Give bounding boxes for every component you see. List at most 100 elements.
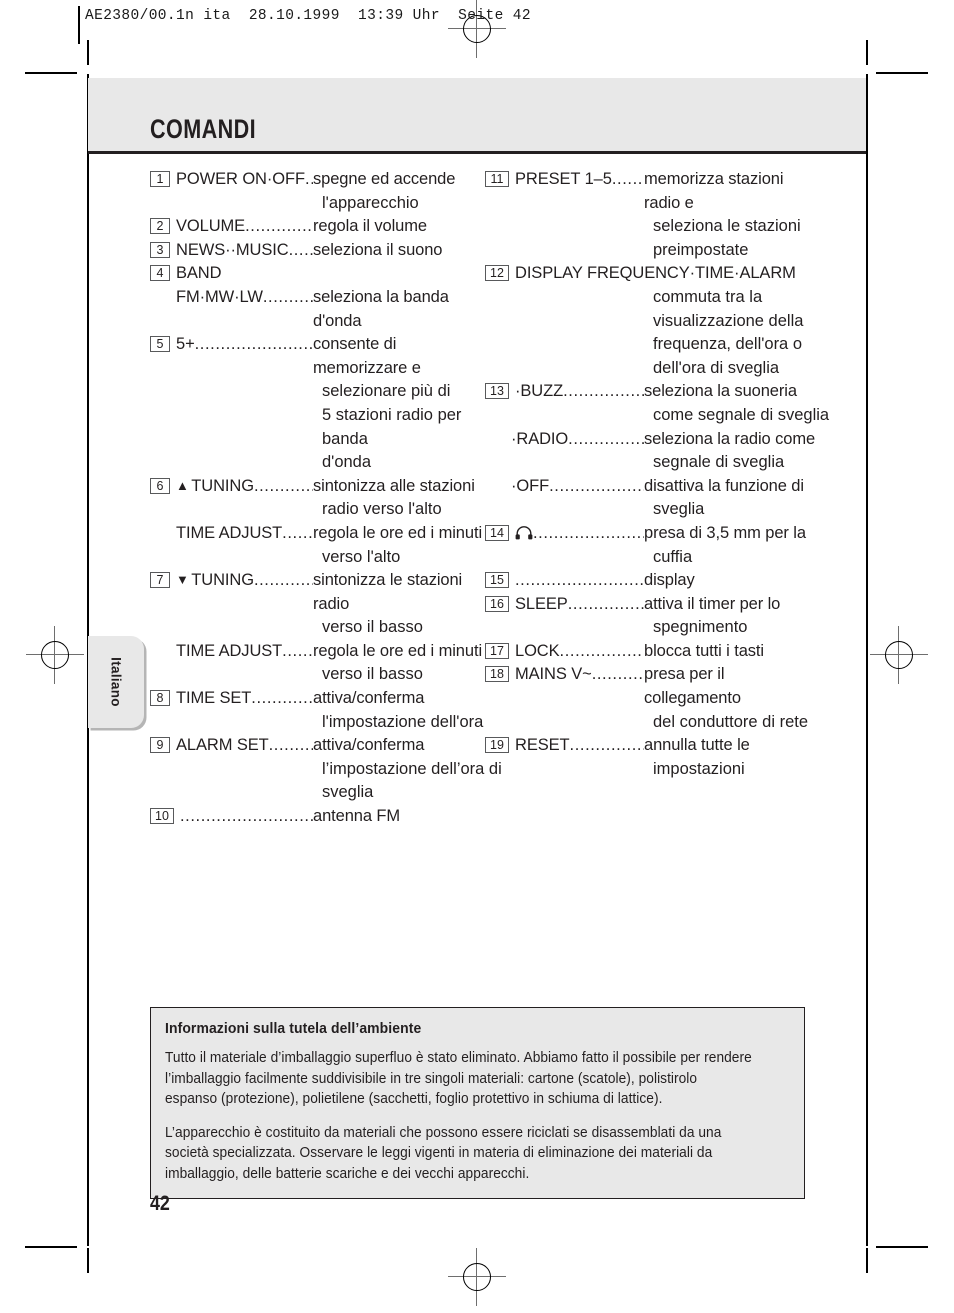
control-number-badge: 8 [150,690,170,707]
crop-mark-top-right-horizontal [876,72,928,74]
control-description: antenna FM [313,807,401,826]
page-frame-right-edge [866,74,868,1246]
control-description: sintonizza le stazioni radio [313,571,463,613]
control-label: ALARM SET [176,736,269,755]
control-entry-row: 11 PRESET 1–5............................… [485,168,820,215]
control-number-badge: 5 [150,336,170,353]
control-entry: 5 5+.....................................… [150,333,485,475]
environment-info-box: Informazioni sulla tutela dell’ambiente … [150,1007,805,1199]
control-description-continuation: verso il basso [322,665,423,684]
control-number-badge: 11 [485,171,509,187]
control-number-badge: 13 [485,383,509,400]
control-description-continuation: cuffia [653,547,693,566]
dotted-leader: ........................................… [567,594,644,613]
control-entry-row: 2 VOLUME.................................… [150,215,485,239]
dotted-leader: ........................................… [591,665,644,684]
control-entry-row: 5 5+.....................................… [150,333,485,380]
control-number-badge: 12 [485,265,509,282]
crop-mark-top-left-vertical [87,40,89,65]
control-entry-row: 13 ·BUZZ.................................… [485,380,820,404]
control-label: LOCK [515,641,560,660]
control-entry-row: TIME ADJUST.............................… [150,640,485,664]
control-label: ▼ TUNING [176,571,254,590]
crop-mark-bottom-right-horizontal [876,1246,928,1248]
control-entry: 11 PRESET 1–5............................… [485,168,820,262]
dotted-leader: ........................................… [515,571,644,590]
control-number-badge: 17 [485,642,509,659]
control-entry-row: 8 TIME SET...............................… [150,687,485,711]
control-entry: 7 ▼ TUNING...............................… [150,569,485,640]
control-number-badge: 10 [150,808,174,825]
control-description-continuation: del conduttore di rete [653,712,809,731]
control-entry: 6 ▲ TUNING...............................… [150,475,485,522]
dotted-leader: ........................................… [563,382,644,401]
control-entry-row: 7 ▼ TUNING...............................… [150,569,485,616]
control-entry: TIME ADJUST.............................… [150,522,485,569]
down-arrow-icon: ▼ [176,572,192,588]
page-number: 42 [150,1192,170,1215]
dotted-leader: ........................................… [288,240,313,259]
control-description-continuation: l'impostazione dell'ora [322,712,484,731]
control-description-continuation: spegnimento [653,618,748,637]
control-description-continuation: frequenza, dell'ora o [653,335,802,354]
dotted-leader: ........................................… [253,571,313,590]
control-description: seleziona la radio come [644,429,816,448]
control-entry-row: 17 LOCK..................................… [485,640,820,664]
dotted-leader: ........................................… [304,170,313,188]
control-entry-row: 6 ▲ TUNING...............................… [150,475,485,499]
control-number-badge: 14 [485,524,509,541]
control-description-continuation: visualizzazione della [653,311,804,330]
control-description: seleziona la suoneria [644,382,797,401]
reg-mark-bottom-circle [463,1263,491,1291]
control-entry: ·OFF....................................… [485,475,820,522]
control-entry: 17 LOCK..................................… [485,640,820,664]
controls-column-left: 1 POWER ON·OFF...........................… [150,168,502,829]
control-number-spacer [150,639,170,655]
dotted-leader: ........................................… [533,523,644,542]
control-entry: 9 ALARM SET..............................… [150,734,502,805]
control-number-badge: 2 [150,218,170,235]
control-number-badge [150,285,170,301]
control-entry: 15......................................… [485,569,820,593]
control-label: TIME ADJUST [176,523,283,542]
control-number-spacer [485,474,505,490]
control-entry-row: 3 NEWS··MUSIC............................… [150,239,485,263]
page-title: COMANDI [150,114,256,144]
control-label: NEWS··MUSIC [176,240,289,259]
control-description-continuation: sveglia [653,500,705,519]
control-entry-row: ·OFF....................................… [485,475,820,499]
title-band: COMANDI [88,78,866,154]
control-description: seleziona la banda d'onda [313,287,449,330]
control-description-continuation: 5 stazioni radio per banda [322,405,462,448]
control-description-continuation: d'onda [322,453,372,472]
control-description: spegne ed accende [313,170,456,188]
control-label: ▲ TUNING [176,476,254,495]
control-number-badge: 6 [150,477,170,494]
control-entry: 14......................................… [485,522,820,569]
control-description-continuation: sveglia [322,783,374,802]
dotted-leader: ........................................… [262,287,313,306]
control-number-badge: 15 [485,572,509,589]
control-entry: 4 BAND FM·MW·LW...........................… [150,262,485,333]
dotted-leader: ........................................… [253,476,313,495]
control-entry-row: 14......................................… [485,522,820,546]
dotted-leader: ........................................… [611,170,644,188]
control-entry-row: 15......................................… [485,569,820,593]
crop-mark-bottom-left-vertical [87,1248,89,1273]
control-description-continuation: dell'ora di sveglia [653,358,780,377]
control-label: SLEEP [515,594,568,613]
dotted-leader: ........................................… [282,523,313,542]
control-label: TIME ADJUST [176,641,283,660]
crop-mark-top-right-vertical [866,40,868,65]
language-tab: Italiano [88,636,144,728]
control-entry-row: 10......................................… [150,805,485,829]
control-number-spacer [150,521,170,537]
control-entry: 13 ·BUZZ.................................… [485,380,829,427]
control-description: memorizza stazioni radio e [644,170,784,212]
dotted-leader: ........................................… [245,217,313,236]
reg-mark-left-circle [41,641,69,669]
control-description-continuation: commuta tra la [653,287,763,306]
crop-mark-top-left-horizontal [25,72,77,74]
control-entry: 18 MAINS V~..............................… [485,663,820,734]
dotted-leader: ........................................… [569,736,644,755]
